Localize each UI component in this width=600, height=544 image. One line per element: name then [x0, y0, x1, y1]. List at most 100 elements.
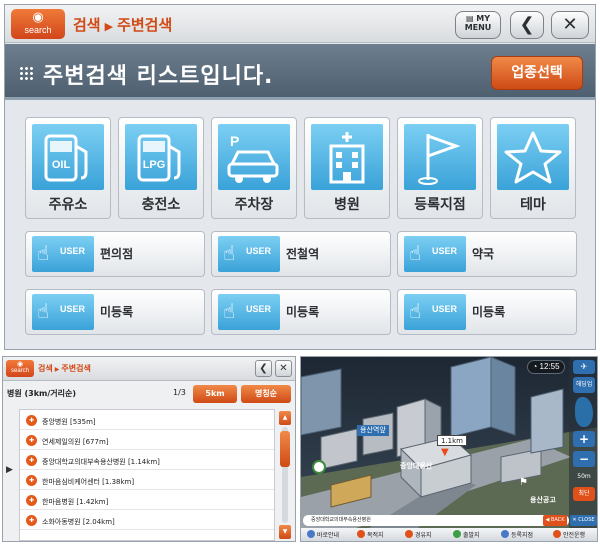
- menu-registered-point[interactable]: 등록지점: [501, 530, 533, 541]
- lpg-pump-icon: LPG: [125, 124, 197, 190]
- scroll-up-icon[interactable]: ▲: [279, 411, 291, 425]
- tile-label: 충전소: [141, 197, 181, 213]
- tile-label: 테마: [520, 197, 546, 213]
- filter-bar: 병원 (3km/거리순) 1/3 5km 명칭순: [3, 383, 295, 405]
- search-globe-icon: ◉: [16, 360, 24, 368]
- menu-destination[interactable]: 목적지: [357, 530, 384, 541]
- user-touch-icon: ☝ USER: [404, 294, 466, 330]
- shortest-route-button[interactable]: 최단: [573, 487, 595, 501]
- tile-label: 병원: [334, 197, 360, 213]
- svg-text:LPG: LPG: [143, 159, 166, 171]
- hospital-pin-icon: ✚: [26, 455, 37, 466]
- map-label-school: 용산공고: [530, 496, 556, 504]
- user-button-unregistered[interactable]: ☝ USER 미등록: [397, 289, 577, 335]
- menu-waypoint[interactable]: 경유지: [405, 530, 432, 541]
- category-select-button[interactable]: 업종선택: [491, 56, 583, 90]
- zoom-out-button[interactable]: −: [573, 451, 595, 467]
- tile-label: 등록지점: [414, 197, 466, 213]
- svg-text:P: P: [230, 133, 239, 149]
- parking-car-icon: P: [218, 124, 290, 190]
- result-list: ✚ 중앙병원 [535m] ✚ 연세제일의원 [677m] ✚ 중앙대학교의대부속용산…: [19, 409, 275, 541]
- zoom-in-button[interactable]: +: [573, 431, 595, 447]
- breadcrumb-nearby: 주변검색: [61, 364, 91, 373]
- search-logo[interactable]: ◉ search: [11, 9, 65, 39]
- back-button[interactable]: ❮: [255, 360, 272, 377]
- korea-map-icon: [575, 397, 593, 427]
- menu-direct-guide[interactable]: 바로안내: [307, 530, 339, 541]
- tile-theme[interactable]: 테마: [490, 117, 576, 219]
- map-label-hospital: 중앙대용산: [400, 462, 433, 470]
- map-close-button[interactable]: ✕ CLOSE: [570, 515, 597, 526]
- my-menu-button[interactable]: ▤ MY MENU: [455, 11, 501, 39]
- hospital-pin-icon: ✚: [26, 515, 37, 526]
- scroll-down-icon[interactable]: ▼: [279, 525, 291, 539]
- chevron-left-icon: ❮: [259, 363, 268, 374]
- user-button-subway[interactable]: ☝ USER 전철역: [211, 231, 391, 277]
- flag-icon: [404, 124, 476, 190]
- destination-flag-icon: ⚑: [519, 477, 528, 488]
- location-pin-icon: ▼: [441, 447, 449, 458]
- tile-lpg-station[interactable]: LPG 충전소: [118, 117, 204, 219]
- user-touch-icon: ☝ USER: [218, 294, 280, 330]
- star-icon: [497, 124, 569, 190]
- tile-gas-station[interactable]: OIL 주유소: [25, 117, 111, 219]
- list-item[interactable]: ✚ 중앙대학교의대부속용산병원 [1.14km]: [20, 452, 274, 470]
- list-item[interactable]: ✚ 소화아동병원 [2.04km]: [20, 512, 274, 530]
- user-button-label: 편의점: [100, 247, 134, 261]
- list-item[interactable]: ✚ 한마음심비케어센터 [1.38km]: [20, 472, 274, 490]
- menu-departure[interactable]: 출발지: [453, 530, 480, 541]
- search-globe-icon: ◉: [32, 10, 44, 25]
- hospital-pin-icon: ✚: [26, 415, 37, 426]
- collapse-arrow-icon[interactable]: ▶: [6, 465, 16, 479]
- svg-text:OIL: OIL: [52, 159, 71, 171]
- user-button-pharmacy[interactable]: ☝ USER 약국: [397, 231, 577, 277]
- menu-safe-driving[interactable]: 안전운행: [553, 530, 585, 541]
- tile-registered-point[interactable]: 등록지점: [397, 117, 483, 219]
- list-item[interactable]: ✚ 연세제일의원 [677m]: [20, 432, 274, 450]
- breadcrumb: 검색 ▶ 주변검색: [73, 14, 172, 35]
- user-touch-icon: ☝ USER: [32, 294, 94, 330]
- distance-button[interactable]: 5km: [193, 385, 237, 403]
- breadcrumb-search[interactable]: 검색: [73, 16, 101, 34]
- close-icon: ✕: [279, 363, 288, 374]
- tile-parking[interactable]: P 주차장: [211, 117, 297, 219]
- clock-icon: ◔: [532, 362, 538, 371]
- user-button-convenience-store[interactable]: ☝ USER 편의점: [25, 231, 205, 277]
- scrollbar[interactable]: ▲ ▼: [279, 411, 291, 539]
- heading-up-button[interactable]: 헤딩업: [573, 377, 595, 393]
- close-button[interactable]: ✕: [551, 11, 589, 39]
- sort-button[interactable]: 명칭순: [241, 385, 291, 403]
- breadcrumb-search[interactable]: 검색: [38, 364, 53, 373]
- logo-text: search: [10, 368, 29, 374]
- safe-driving-icon: [553, 530, 561, 538]
- waypoint-icon: [405, 530, 413, 538]
- list-item[interactable]: ✚ 한마음병원 [1.42km]: [20, 492, 274, 510]
- user-button-label: 약국: [472, 247, 495, 261]
- map-label-station: 용산역앞: [357, 425, 389, 436]
- search-result-screen: ◉ search 검색 ▶ 주변검색 ❮ ✕ 병원 (3km/거리순) 1/3 5k…: [2, 356, 296, 542]
- chevron-left-icon: ❮: [519, 14, 535, 35]
- tile-hospital[interactable]: 병원: [304, 117, 390, 219]
- grid-icon: [19, 66, 33, 80]
- logo-text: search: [24, 25, 52, 35]
- user-button-unregistered[interactable]: ☝ USER 미등록: [25, 289, 205, 335]
- title-bar: ◉ search 검색 ▶ 주변검색 ❮ ✕: [3, 357, 295, 381]
- breadcrumb-arrow-icon: ▶: [54, 366, 60, 373]
- tile-label: 주차장: [234, 197, 274, 213]
- search-logo[interactable]: ◉ search: [6, 360, 34, 377]
- list-item[interactable]: ✚ 중앙병원 [535m]: [20, 412, 274, 430]
- back-button[interactable]: ❮: [510, 11, 544, 39]
- status-bar: 중앙대학교의대부속용산병원: [303, 515, 569, 526]
- user-button-label: 미등록: [100, 305, 134, 319]
- user-button-unregistered[interactable]: ☝ USER 미등록: [211, 289, 391, 335]
- compass-icon[interactable]: ✈: [573, 360, 595, 374]
- close-button[interactable]: ✕: [275, 360, 292, 377]
- map-view[interactable]: 용산역앞 1.1km 중앙대용산 용산공고 ⚑ ▼ ◔ 12:55 ✈ 헤딩업 …: [300, 356, 598, 542]
- map-menu-bar: 바로안내 목적지 경유지 출발지 등록지점 안전운행: [301, 528, 597, 541]
- registered-point-icon: [501, 530, 509, 538]
- hospital-pin-icon: ✚: [26, 435, 37, 446]
- page-indicator: 1/3: [173, 388, 186, 397]
- scroll-thumb[interactable]: [280, 431, 290, 467]
- page-header: 주변검색 리스트입니다. 업종선택: [5, 44, 595, 100]
- map-back-button[interactable]: ◀ BACK: [543, 515, 567, 526]
